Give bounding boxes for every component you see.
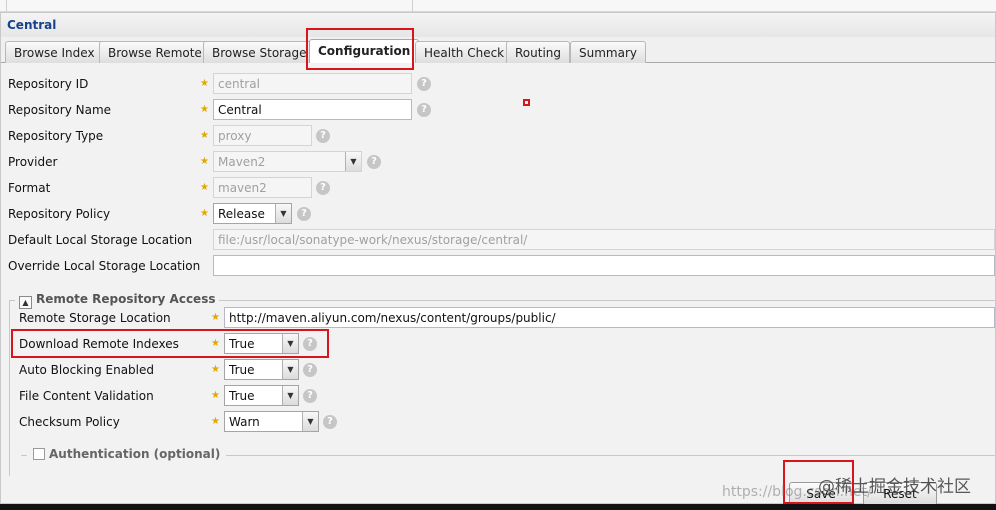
checksum-policy-select[interactable]: Warn ▼	[224, 411, 319, 432]
star-icon: ★	[211, 416, 220, 427]
repository-policy-select[interactable]: Release ▼	[213, 203, 292, 224]
help-icon[interactable]: ?	[367, 155, 381, 169]
default-storage-field: file:/usr/local/sonatype-work/nexus/stor…	[213, 229, 995, 250]
default-storage-label: Default Local Storage Location	[8, 233, 193, 247]
star-icon: ★	[200, 182, 209, 193]
checksum-policy-label: Checksum Policy	[19, 415, 120, 429]
file-validation-select[interactable]: True ▼	[224, 385, 299, 406]
override-storage-label: Override Local Storage Location	[8, 259, 201, 273]
repository-panel: Central Browse Index Browse Remote Brows…	[0, 12, 996, 506]
authentication-checkbox[interactable]	[33, 448, 45, 460]
star-icon: ★	[200, 104, 209, 115]
format-field: maven2	[213, 177, 312, 198]
repository-type-label: Repository Type	[8, 129, 104, 143]
auto-blocking-label: Auto Blocking Enabled	[19, 363, 154, 377]
chevron-down-icon: ▼	[345, 152, 361, 171]
tab-configuration[interactable]: Configuration	[309, 39, 420, 64]
help-icon[interactable]: ?	[303, 337, 317, 351]
bottom-bar	[0, 504, 996, 510]
repository-name-input[interactable]: Central	[213, 99, 412, 120]
help-icon[interactable]: ?	[316, 181, 330, 195]
tab-browse-storage[interactable]: Browse Storage	[203, 41, 316, 63]
star-icon: ★	[211, 338, 220, 349]
tab-browse-remote[interactable]: Browse Remote	[99, 41, 211, 63]
tab-health-check[interactable]: Health Check	[415, 41, 514, 63]
help-icon[interactable]: ?	[316, 129, 330, 143]
tab-bar: Browse Index Browse Remote Browse Storag…	[1, 37, 995, 64]
tab-browse-index[interactable]: Browse Index	[5, 41, 104, 63]
provider-select: Maven2 ▼	[213, 151, 362, 172]
chevron-down-icon[interactable]: ▼	[282, 334, 298, 353]
repository-policy-value: Release	[218, 207, 265, 221]
chevron-down-icon[interactable]: ▼	[275, 204, 291, 223]
auto-blocking-value: True	[229, 363, 255, 377]
format-label: Format	[8, 181, 51, 195]
remote-access-legend[interactable]: ▲ Remote Repository Access	[15, 292, 220, 309]
authentication-legend-text: Authentication (optional)	[49, 447, 221, 461]
file-validation-label: File Content Validation	[19, 389, 154, 403]
help-icon[interactable]: ?	[417, 77, 431, 91]
chevron-down-icon[interactable]: ▼	[302, 412, 318, 431]
file-validation-value: True	[229, 389, 255, 403]
repository-name-label: Repository Name	[8, 103, 112, 117]
chevron-down-icon[interactable]: ▼	[282, 360, 298, 379]
collapse-toggle-icon[interactable]: ▲	[19, 296, 32, 309]
authentication-legend[interactable]: Authentication (optional)	[27, 447, 227, 461]
help-icon[interactable]: ?	[303, 389, 317, 403]
remote-access-legend-text: Remote Repository Access	[36, 292, 216, 306]
star-icon: ★	[211, 390, 220, 401]
watermark-brand: @稀土掘金技术社区	[818, 477, 971, 497]
star-icon: ★	[200, 156, 209, 167]
checksum-policy-value: Warn	[229, 415, 260, 429]
override-storage-input[interactable]	[213, 255, 995, 276]
star-icon: ★	[211, 312, 220, 323]
star-icon: ★	[200, 78, 209, 89]
configuration-form: Repository ID ★ central ? Repository Nam…	[1, 63, 995, 506]
tab-summary[interactable]: Summary	[570, 41, 646, 63]
tab-routing[interactable]: Routing	[506, 41, 571, 63]
remote-location-label: Remote Storage Location	[19, 311, 171, 325]
remote-location-input[interactable]: http://maven.aliyun.com/nexus/content/gr…	[224, 307, 995, 328]
download-indexes-value: True	[229, 337, 255, 351]
chevron-down-icon[interactable]: ▼	[282, 386, 298, 405]
help-icon[interactable]: ?	[417, 103, 431, 117]
provider-value: Maven2	[218, 155, 266, 169]
star-icon: ★	[200, 208, 209, 219]
help-icon[interactable]: ?	[297, 207, 311, 221]
repository-id-field: central	[213, 73, 412, 94]
download-indexes-label: Download Remote Indexes	[19, 337, 179, 351]
panel-title: Central	[1, 13, 995, 37]
auto-blocking-select[interactable]: True ▼	[224, 359, 299, 380]
download-indexes-select[interactable]: True ▼	[224, 333, 299, 354]
repository-policy-label: Repository Policy	[8, 207, 111, 221]
repository-id-label: Repository ID	[8, 77, 89, 91]
provider-label: Provider	[8, 155, 58, 169]
help-icon[interactable]: ?	[303, 363, 317, 377]
annotation-marker	[523, 99, 530, 106]
help-icon[interactable]: ?	[323, 415, 337, 429]
star-icon: ★	[211, 364, 220, 375]
top-strip	[0, 0, 996, 12]
star-icon: ★	[200, 130, 209, 141]
repository-type-field: proxy	[213, 125, 312, 146]
